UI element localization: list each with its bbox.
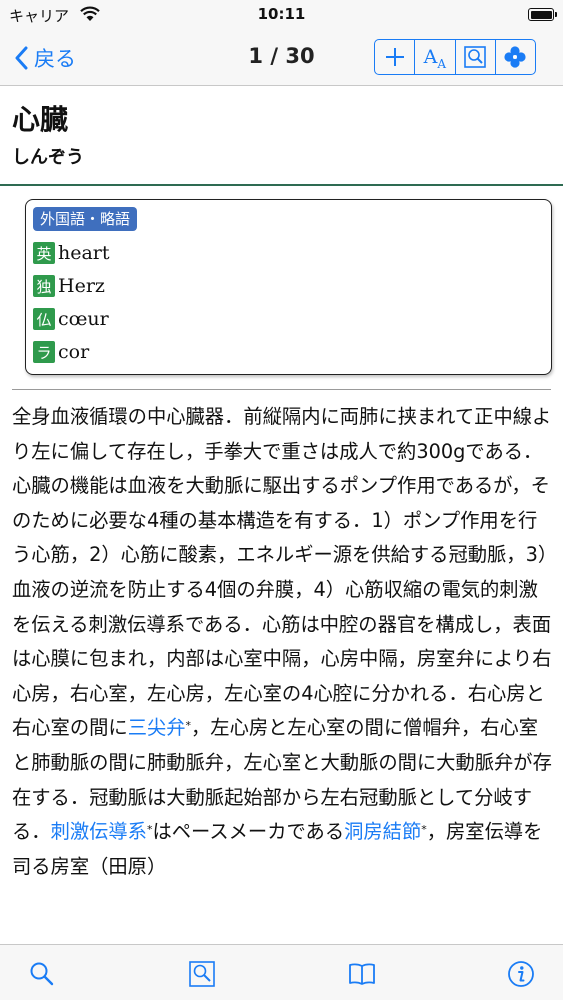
menu-button[interactable] (496, 40, 535, 74)
term-row-latin: ラ cor (33, 339, 89, 365)
definition-part: はペースメーカである (152, 820, 345, 844)
book-icon (349, 963, 375, 985)
status-bar: キャリア 10:11 (0, 0, 563, 30)
language-badge: 仏 (33, 308, 55, 330)
entry-reading: しんぞう (12, 147, 84, 168)
term-text: Herz (58, 275, 105, 297)
tab-index-search[interactable] (186, 958, 218, 990)
foreign-terms-heading: 外国語・略語 (33, 207, 138, 231)
term-text: cœur (58, 308, 109, 330)
term-row-french: 仏 cœur (33, 306, 109, 332)
definition-text: 全身血液循環の中心臓器．前縦隔内に両肺に挟まれて正中線より左に偏して存在し，手拳… (12, 400, 552, 942)
tab-bar (0, 944, 563, 1000)
status-time: 10:11 (257, 5, 306, 23)
header-divider (0, 184, 563, 186)
back-button[interactable]: 戻る (14, 42, 76, 74)
term-row-english: 英 heart (33, 240, 110, 266)
search-in-page-button[interactable] (456, 40, 496, 74)
link-tricuspid-valve[interactable]: 三尖弁 (128, 716, 186, 739)
definition-part: 全身血液循環の中心臓器．前縦隔内に両肺に挟まれて正中線より左に偏して存在し，手拳… (12, 405, 552, 740)
tab-dictionary[interactable] (346, 958, 378, 990)
add-bookmark-button[interactable] (375, 40, 416, 74)
foreign-terms-box: 外国語・略語 英 heart 独 Herz 仏 cœur ラ cor (25, 199, 552, 375)
plus-icon (385, 48, 404, 66)
chevron-left-icon (15, 46, 28, 70)
tab-search[interactable] (26, 958, 58, 990)
navigation-bar: 戻る 1 / 30 AA (0, 30, 563, 86)
tab-info[interactable] (505, 958, 537, 990)
reference-asterisk: * (185, 719, 192, 733)
font-size-button[interactable]: AA (415, 40, 456, 74)
link-conduction-system[interactable]: 刺激伝導系 (51, 820, 147, 843)
section-divider (12, 389, 551, 390)
battery-icon (528, 8, 557, 21)
document-search-icon (189, 961, 215, 987)
search-icon (30, 962, 54, 986)
font-size-icon: AA (423, 45, 447, 71)
clover-icon (504, 46, 526, 68)
link-sinoatrial-node[interactable]: 洞房結節 (344, 820, 421, 843)
reference-asterisk: * (421, 823, 427, 837)
info-icon (508, 961, 534, 987)
entry-title: 心臓 (12, 103, 69, 136)
language-badge: 独 (33, 275, 55, 297)
term-text: cor (58, 341, 90, 363)
document-search-icon (464, 46, 486, 68)
term-text: heart (58, 242, 110, 264)
back-button-label: 戻る (34, 47, 76, 71)
toolbar-segmented-control: AA (374, 39, 536, 75)
term-row-german: 独 Herz (33, 273, 105, 299)
language-badge: ラ (33, 341, 55, 363)
language-badge: 英 (33, 242, 55, 264)
reference-asterisk: * (146, 823, 153, 837)
